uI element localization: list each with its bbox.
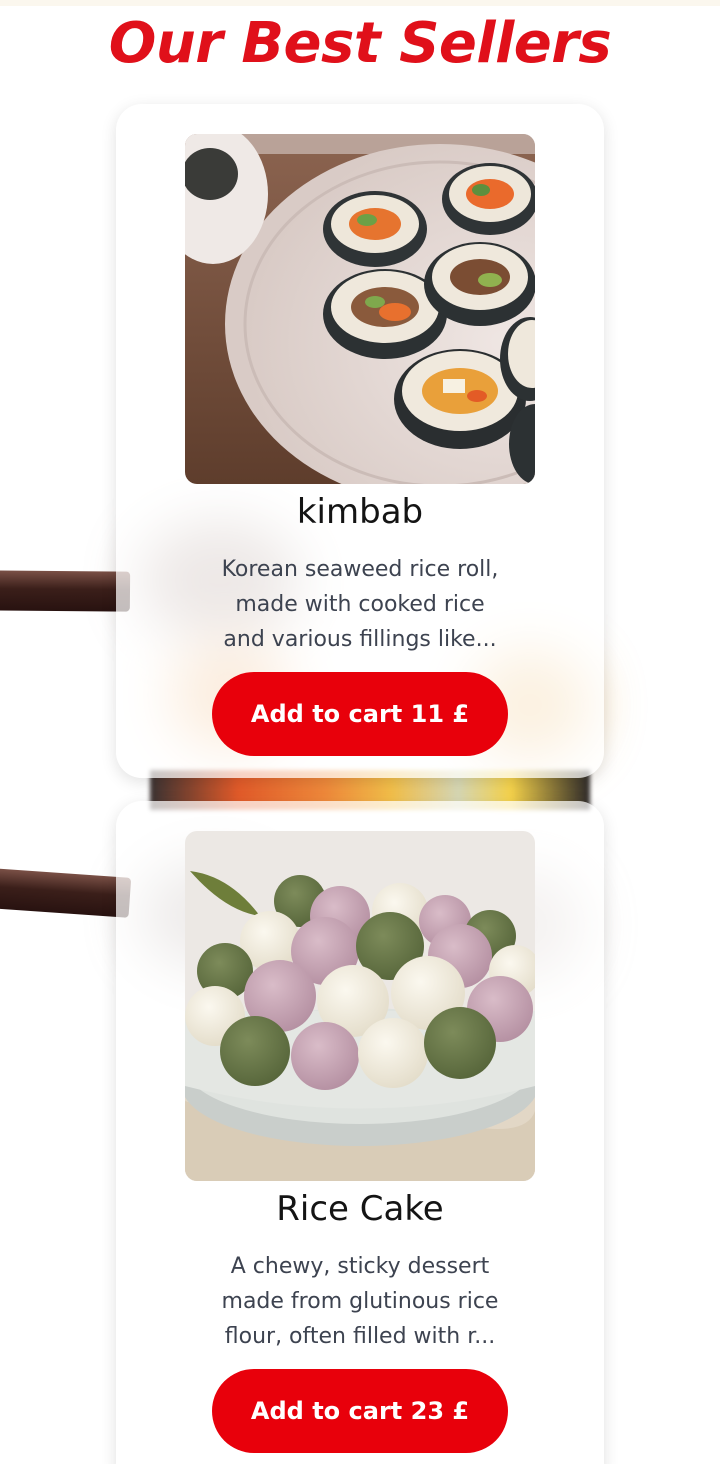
product-name: kimbab [296, 492, 424, 532]
chopstick-decoration [0, 868, 132, 918]
product-description-line: and various fillings like... [223, 627, 497, 652]
product-card-rice-cake: Rice Cake A chewy, sticky dessert made f… [116, 801, 604, 1464]
kimbap-photo [185, 134, 535, 484]
product-description-line: Korean seaweed rice roll, [221, 557, 499, 582]
product-description: A chewy, sticky dessert made from glutin… [200, 1249, 520, 1354]
product-card-kimbab: kimbab Korean seaweed rice roll, made wi… [116, 104, 604, 778]
page: Our Best Sellers kimbab Korean seaweed r… [0, 0, 720, 1464]
top-strip [0, 0, 720, 6]
section-title: Our Best Sellers [108, 11, 612, 76]
rice-cake-photo [185, 831, 535, 1181]
chopstick-decoration [0, 570, 131, 612]
product-name: Rice Cake [276, 1189, 444, 1229]
product-description-line: made with cooked rice [235, 592, 485, 617]
product-description-line: A chewy, sticky dessert [230, 1254, 490, 1279]
product-description: Korean seaweed rice roll, made with cook… [200, 552, 520, 657]
add-to-cart-button[interactable]: Add to cart 11 £ [212, 672, 508, 756]
add-to-cart-button[interactable]: Add to cart 23 £ [212, 1369, 508, 1453]
product-description-line: made from glutinous rice [221, 1289, 499, 1314]
product-description-line: flour, often filled with r... [224, 1324, 496, 1349]
